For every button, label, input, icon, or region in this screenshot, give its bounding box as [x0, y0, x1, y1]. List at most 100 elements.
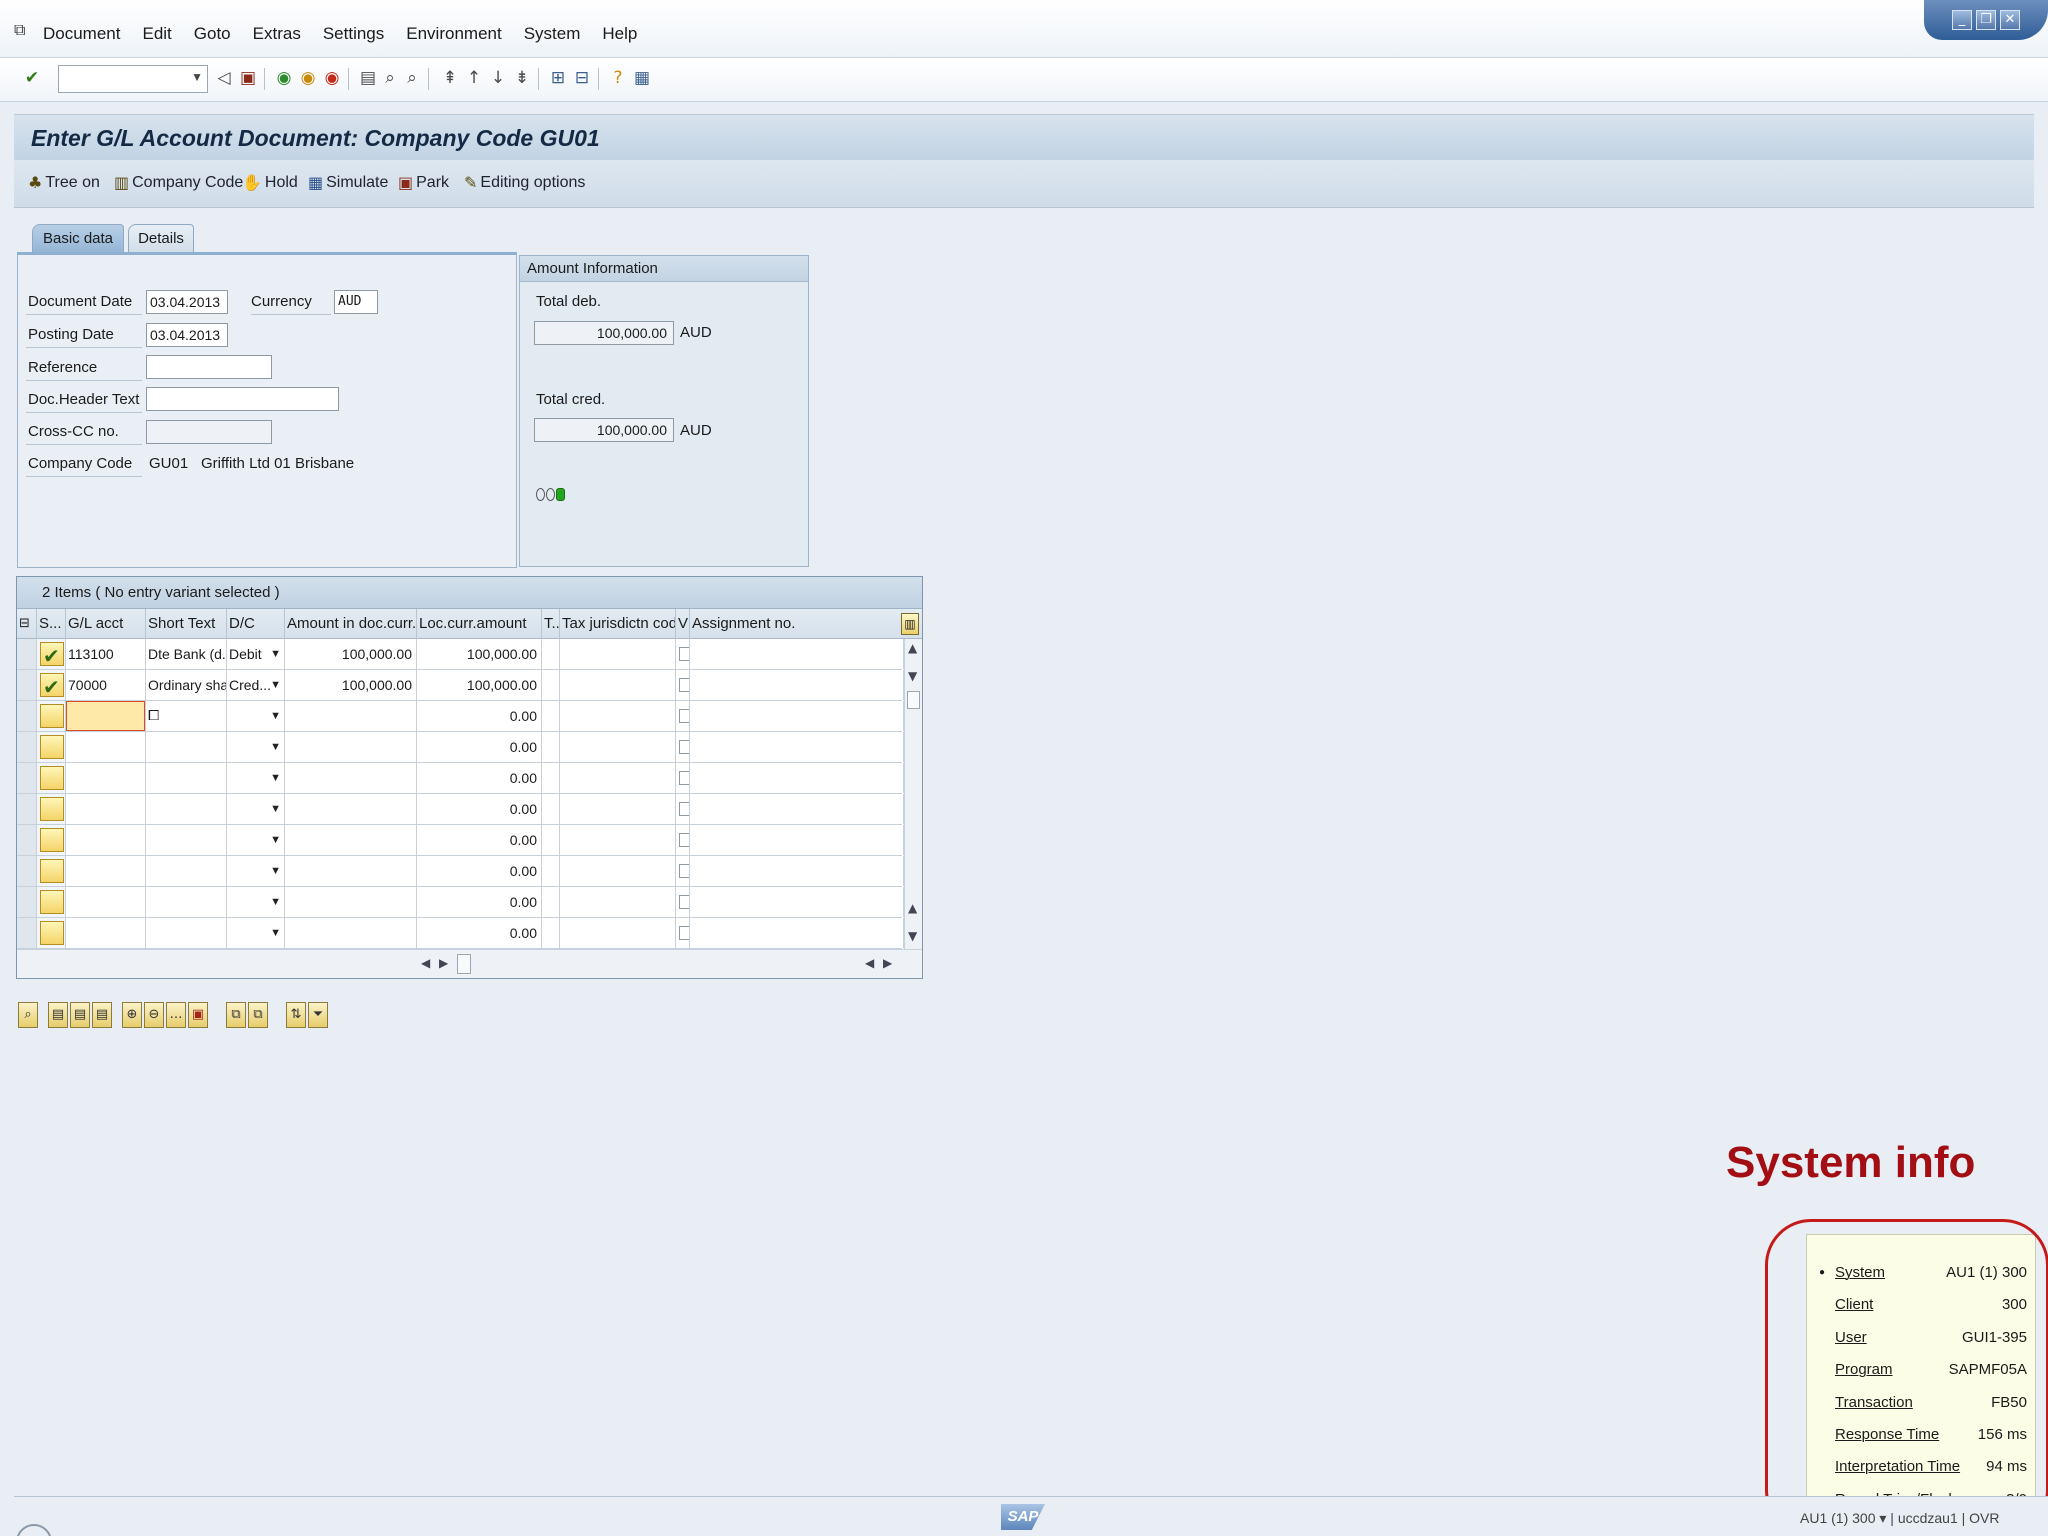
row-selector[interactable] — [17, 732, 37, 762]
assignment-cell[interactable] — [690, 856, 904, 886]
restore-icon[interactable]: ❐ — [1976, 10, 1996, 30]
loc-amount-cell[interactable]: 100,000.00 — [417, 639, 542, 669]
deselect-rows-icon[interactable]: ▤ — [70, 1002, 90, 1028]
value-help-icon[interactable]: ⧠ — [148, 701, 159, 731]
row-selector[interactable] — [17, 670, 37, 700]
loc-amount-cell[interactable]: 100,000.00 — [417, 670, 542, 700]
copy-row-icon[interactable]: ▣ — [188, 1002, 208, 1028]
dc-cell[interactable]: ▼ — [227, 887, 285, 917]
table-row[interactable]: ▼ 0.00 — [17, 825, 904, 856]
gl-acct-cell[interactable] — [66, 918, 146, 948]
short-text-cell[interactable] — [146, 763, 227, 793]
tax-jurisdiction-cell[interactable] — [560, 670, 676, 700]
row-selector[interactable] — [17, 763, 37, 793]
find-next-icon[interactable]: ⌕ — [402, 67, 422, 89]
dc-cell[interactable]: ▼ — [227, 763, 285, 793]
v-checkbox-cell[interactable] — [676, 732, 690, 762]
table-row[interactable]: ▼ 0.00 — [17, 887, 904, 918]
row-selector[interactable] — [17, 794, 37, 824]
assignment-cell[interactable] — [690, 918, 904, 948]
v-checkbox-cell[interactable] — [676, 670, 690, 700]
insert-row-icon[interactable]: ⊕ — [122, 1002, 142, 1028]
hold-button[interactable]: ✋ Hold — [242, 173, 298, 192]
chevron-down-icon[interactable]: ▼ — [270, 639, 281, 669]
table-row[interactable]: ▼ 0.00 — [17, 918, 904, 949]
new-session-icon[interactable]: ⊞ — [548, 67, 568, 89]
save-icon[interactable]: ▣ — [238, 67, 258, 89]
table-row[interactable]: ⧠ ▼ 0.00 — [17, 701, 904, 732]
gl-acct-cell[interactable]: 70000 — [66, 670, 146, 700]
column-tax-jurisdiction[interactable]: Tax jurisdictn code — [560, 609, 676, 639]
dc-cell[interactable]: ▼ — [227, 732, 285, 762]
checkbox[interactable] — [679, 833, 689, 847]
cancel-icon[interactable]: ◉ — [322, 67, 342, 89]
row-selector[interactable] — [17, 918, 37, 948]
chevron-down-icon[interactable]: ▼ — [270, 887, 281, 917]
table-row[interactable]: ▼ 0.00 — [17, 732, 904, 763]
currency-field[interactable]: AUD — [334, 290, 378, 314]
tax-code-cell[interactable] — [542, 670, 560, 700]
v-checkbox-cell[interactable] — [676, 887, 690, 917]
assignment-cell[interactable] — [690, 763, 904, 793]
horizontal-scrollbar[interactable]: ◀ ▶ ◀ ▶ — [17, 949, 922, 978]
checkbox[interactable] — [679, 647, 689, 661]
select-block-icon[interactable]: ▤ — [92, 1002, 112, 1028]
chevron-down-icon[interactable]: ▼ — [270, 794, 281, 824]
tax-code-cell[interactable] — [542, 732, 560, 762]
amount-doc-cell[interactable]: 100,000.00 — [285, 670, 417, 700]
short-text-cell[interactable]: Dte Bank (d... — [146, 639, 227, 669]
gl-acct-cell[interactable] — [66, 887, 146, 917]
gl-acct-cell[interactable] — [66, 732, 146, 762]
amount-doc-cell[interactable] — [285, 918, 417, 948]
table-row[interactable]: ✔ 70000 Ordinary sha...Cred...▼ 100,000.00 1… — [17, 670, 904, 701]
tax-jurisdiction-cell[interactable] — [560, 732, 676, 762]
tax-jurisdiction-cell[interactable] — [560, 825, 676, 855]
column-amount-doc[interactable]: Amount in doc.curr. — [285, 609, 417, 639]
tax-code-cell[interactable] — [542, 887, 560, 917]
tax-code-cell[interactable] — [542, 639, 560, 669]
back-icon[interactable]: ◉ — [274, 67, 294, 89]
gl-acct-cell[interactable] — [66, 825, 146, 855]
short-text-cell[interactable] — [146, 887, 227, 917]
menu-extras[interactable]: Extras — [253, 24, 301, 44]
amount-doc-cell[interactable] — [285, 763, 417, 793]
dc-cell[interactable]: ▼ — [227, 701, 285, 731]
assignment-cell[interactable] — [690, 639, 904, 669]
gl-acct-cell[interactable] — [66, 856, 146, 886]
checkbox[interactable] — [679, 771, 689, 785]
park-button[interactable]: ▣ Park — [398, 173, 449, 192]
reference-field[interactable] — [146, 355, 272, 379]
table-row[interactable]: ▼ 0.00 — [17, 856, 904, 887]
find-icon[interactable]: ⌕ — [380, 67, 400, 89]
amount-doc-cell[interactable] — [285, 732, 417, 762]
column-dc[interactable]: D/C — [227, 609, 285, 639]
scroll-right-icon[interactable]: ▶ — [883, 956, 892, 970]
tab-details[interactable]: Details — [128, 224, 194, 252]
minimize-icon[interactable]: _ — [1952, 10, 1972, 30]
amount-doc-cell[interactable] — [285, 794, 417, 824]
copy-icon[interactable]: ⧉ — [226, 1002, 246, 1028]
editing-options-button[interactable]: ✎ Editing options — [464, 173, 585, 192]
v-checkbox-cell[interactable] — [676, 763, 690, 793]
select-all-rows-icon[interactable]: ▤ — [48, 1002, 68, 1028]
status-system-text[interactable]: AU1 (1) 300 ▾ | uccdzau1 | OVR — [1800, 1510, 2000, 1527]
tax-code-cell[interactable] — [542, 763, 560, 793]
amount-doc-cell[interactable]: 100,000.00 — [285, 639, 417, 669]
posting-date-field[interactable]: 03.04.2013 — [146, 323, 228, 347]
column-short-text[interactable]: Short Text — [146, 609, 227, 639]
loc-amount-cell[interactable]: 0.00 — [417, 701, 542, 731]
column-status[interactable]: S... — [37, 609, 66, 639]
scroll-thumb[interactable] — [457, 954, 471, 974]
collapse-left-icon[interactable]: ◁ — [214, 67, 234, 89]
v-checkbox-cell[interactable] — [676, 856, 690, 886]
table-row[interactable]: ✔ 113100 Dte Bank (d... Debit ▼ 100,000.00 100… — [17, 639, 904, 670]
checkbox[interactable] — [679, 802, 689, 816]
column-v[interactable]: V — [676, 609, 690, 639]
menu-help[interactable]: Help — [602, 24, 637, 44]
short-text-cell[interactable] — [146, 856, 227, 886]
column-tax[interactable]: T.. — [542, 609, 560, 639]
tax-code-cell[interactable] — [542, 856, 560, 886]
scroll-down-icon[interactable]: ▼ — [908, 929, 917, 943]
close-icon[interactable]: ✕ — [2000, 10, 2020, 30]
scroll-up-icon[interactable]: ▲ — [908, 901, 917, 915]
